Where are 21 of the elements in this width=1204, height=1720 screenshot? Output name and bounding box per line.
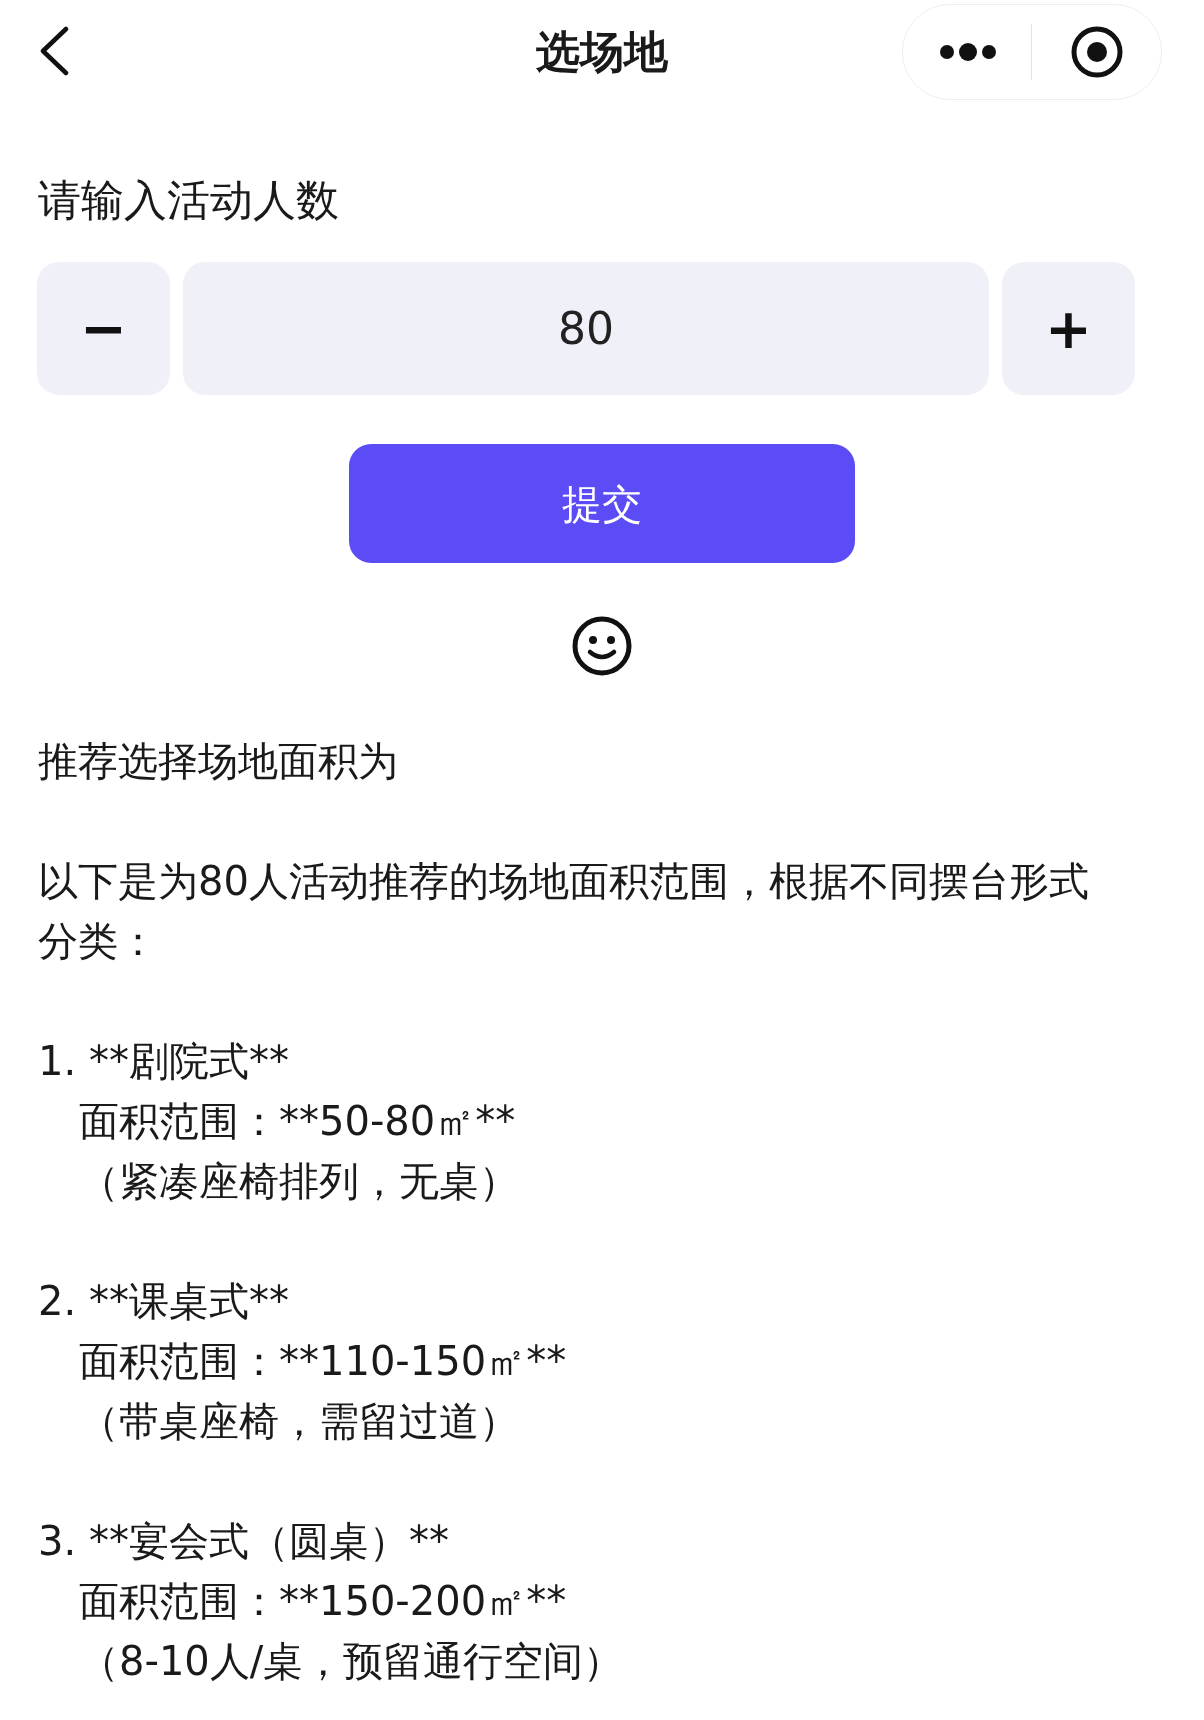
more-icon[interactable] [939,42,997,62]
item-detail: 面积范围：**150-200㎡** [79,1577,567,1626]
item-title: 1. **剧院式** [38,1037,289,1086]
item-title: 2. **课桌式** [38,1277,289,1326]
submit-button[interactable]: 提交 [349,444,855,563]
close-icon[interactable] [1070,25,1124,79]
item-detail: 面积范围：**50-80㎡** [79,1097,516,1146]
result-heading: 推荐选择场地面积为 [38,737,398,786]
decrement-button[interactable]: − [37,262,170,395]
increment-button[interactable]: + [1002,262,1135,395]
item-detail: 面积范围：**110-150㎡** [79,1337,567,1386]
summary-paragraph: 以下是为80人活动推荐的场地面积范围，根据不同摆台形式分类： [38,857,1090,966]
smiley-icon [571,615,633,677]
count-input[interactable]: 80 [183,262,989,395]
item-detail: （带桌座椅，需留过道） [79,1397,519,1446]
back-icon[interactable] [38,26,70,76]
item-detail: （紧凑座椅排列，无桌） [79,1157,519,1206]
prompt-label: 请输入活动人数 [38,174,339,227]
item-title: 3. **宴会式（圆桌）** [38,1517,449,1566]
page-title: 选场地 [536,25,668,79]
item-detail: （8-10人/桌，预留通行空间） [79,1637,624,1686]
